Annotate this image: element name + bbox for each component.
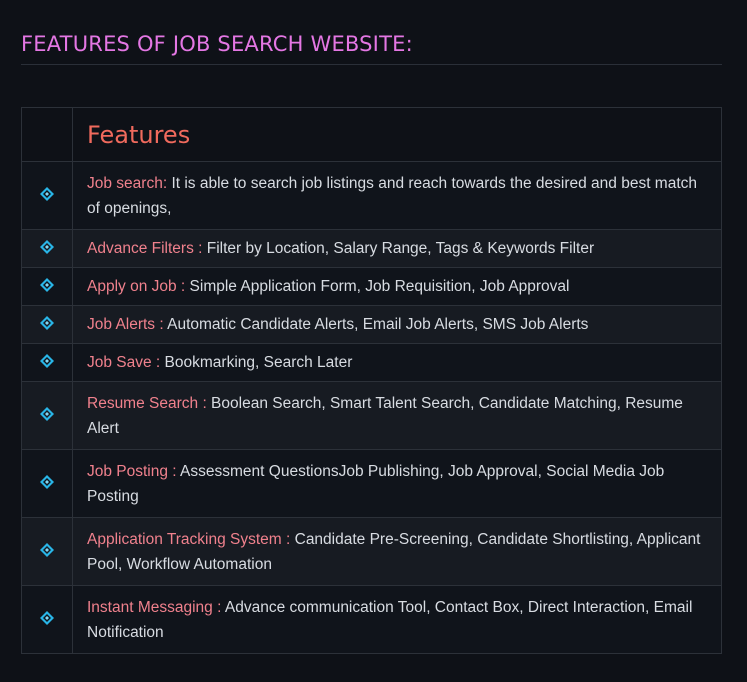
feature-term: Resume Search : (87, 395, 207, 412)
table-row: Job Save : Bookmarking, Search Later (21, 343, 722, 382)
feature-term: Job search: (87, 175, 168, 192)
page-title: FEATURES OF JOB SEARCH WEBSITE: (21, 32, 413, 56)
table-row: Apply on Job : Simple Application Form, … (21, 267, 722, 306)
diamond-bullet-icon (40, 611, 54, 625)
feature-description: Simple Application Form, Job Requisition… (185, 278, 570, 295)
table-header-features: Features (72, 107, 722, 162)
diamond-bullet-icon (40, 475, 54, 489)
table-row: Application Tracking System : Candidate … (21, 517, 722, 586)
feature-term: Application Tracking System : (87, 531, 291, 548)
feature-term: Advance Filters : (87, 240, 203, 257)
feature-term: Instant Messaging : (87, 599, 222, 616)
diamond-bullet-icon (40, 407, 54, 421)
table-row: Advance Filters : Filter by Location, Sa… (21, 229, 722, 268)
feature-description: It is able to search job listings and re… (87, 175, 698, 217)
features-table: Features Job search: It is able to searc… (21, 107, 722, 654)
table-row: Instant Messaging : Advance communicatio… (21, 585, 722, 654)
section-heading: FEATURES OF JOB SEARCH WEBSITE: (21, 30, 722, 65)
diamond-bullet-icon (40, 187, 54, 201)
feature-term: Job Alerts : (87, 316, 164, 333)
diamond-bullet-icon (40, 240, 54, 254)
page: FEATURES OF JOB SEARCH WEBSITE: Features… (0, 0, 747, 682)
table-row: Job search: It is able to search job lis… (21, 161, 722, 230)
table-row: Job Alerts : Automatic Candidate Alerts,… (21, 305, 722, 344)
diamond-bullet-icon (40, 316, 54, 330)
table-row: Job Posting : Assessment QuestionsJob Pu… (21, 449, 722, 518)
feature-term: Apply on Job : (87, 278, 186, 295)
feature-term: Job Save : (87, 354, 161, 371)
diamond-bullet-icon (40, 354, 54, 368)
feature-description: Automatic Candidate Alerts, Email Job Al… (163, 316, 589, 333)
table-row: Resume Search : Boolean Search, Smart Ta… (21, 381, 722, 450)
feature-description: Filter by Location, Salary Range, Tags &… (202, 240, 595, 257)
diamond-bullet-icon (40, 278, 54, 292)
diamond-bullet-icon (40, 543, 54, 557)
table-header-row: Features (21, 107, 722, 162)
table-header-blank (21, 107, 73, 162)
feature-term: Job Posting : (87, 463, 177, 480)
feature-description: Bookmarking, Search Later (160, 354, 353, 371)
